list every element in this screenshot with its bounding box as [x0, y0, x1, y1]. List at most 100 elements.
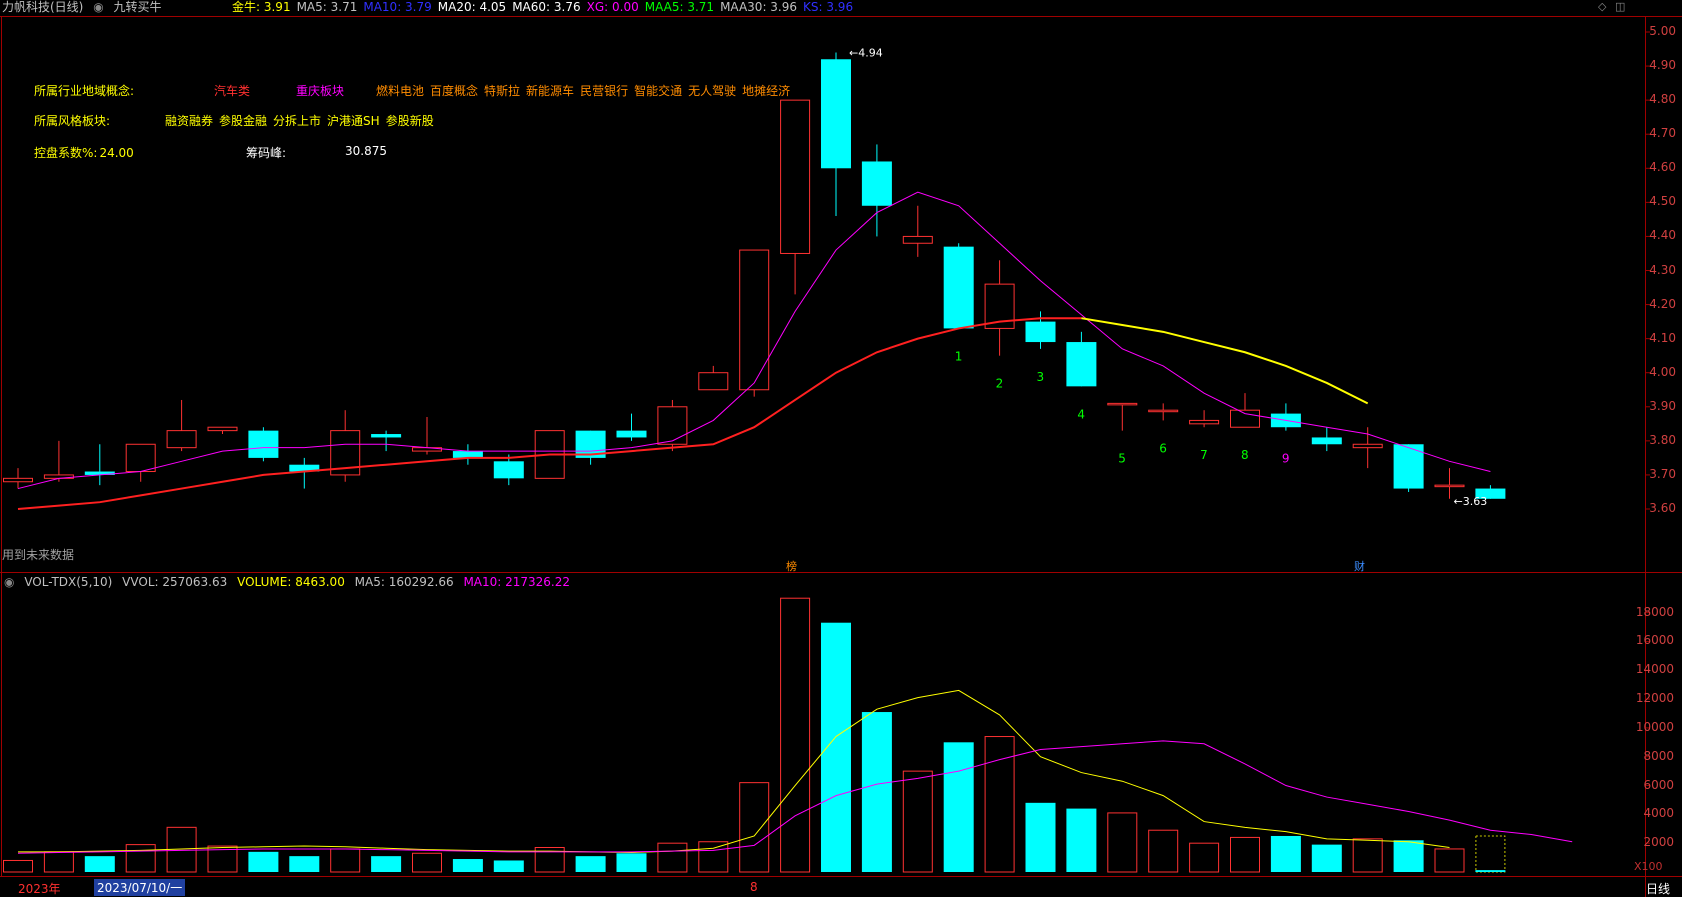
style-tag[interactable]: 参股金融 [219, 114, 267, 128]
concept-tag[interactable]: 地摊经济 [742, 84, 790, 98]
industry-label: 所属行业地域概念: [34, 84, 135, 98]
price-tick-label: 3.90 [1649, 398, 1676, 413]
volume-bar [616, 853, 647, 872]
finance-marker[interactable]: 财 [1354, 558, 1365, 574]
indicator-3: MA20: 4.05 [437, 0, 507, 14]
volume-bar [330, 848, 361, 873]
concept-tag[interactable]: 燃料电池 [376, 84, 424, 98]
nine-count-label: 5 [1118, 452, 1126, 466]
volume-bar [3, 859, 33, 873]
style-tag[interactable]: 沪港通SH [327, 114, 380, 128]
settings-icon[interactable]: ◉ [93, 0, 103, 14]
candle-body [1230, 409, 1260, 428]
industry-row: 所属行业地域概念: 汽车类 重庆板块 燃料电池 百度概念 特斯拉 新能源车 民营银行 智能… [34, 82, 790, 99]
high-marker: ←4.94 [849, 46, 883, 59]
nine-count-label: 3 [1037, 370, 1045, 384]
candle-body [739, 249, 770, 391]
volume-bar [780, 597, 811, 873]
volume-bar-ghost [1475, 835, 1506, 873]
volume-tick-label: 16000 [1635, 633, 1674, 648]
style-list: 融资融券 参股金融 分拆上市 沪港通SH 参股新股 [165, 112, 440, 129]
concept-tag[interactable]: 智能交通 [634, 84, 682, 98]
control-label: 控盘系数%: [34, 146, 98, 160]
volume-bar [1107, 812, 1138, 873]
volume-bar [575, 856, 606, 872]
candle-body [902, 235, 933, 244]
concept-list: 燃料电池 百度概念 特斯拉 新能源车 民营银行 智能交通 无人驾驶 地摊经济 [376, 82, 796, 99]
volume-ma5: MA5: 160292.66 [354, 575, 454, 589]
nine-count-label: 4 [1077, 407, 1085, 421]
volume-bar [902, 770, 933, 873]
candle-body [1189, 419, 1220, 425]
price-tick-label: 4.60 [1649, 160, 1676, 175]
year-label: 2023年 [18, 882, 61, 896]
dragon-list-marker[interactable]: 榜 [786, 558, 797, 574]
volume-bar [1066, 808, 1097, 872]
price-tick-label: 4.90 [1649, 58, 1676, 73]
indicator-row: 金牛: 3.91 MA5: 3.71 MA10: 3.79 MA20: 4.05 MA6… [232, 0, 859, 14]
price-tick-label: 4.80 [1649, 92, 1676, 107]
volume-ma10: MA10: 217326.22 [463, 575, 571, 589]
stock-title[interactable]: 力帆科技(日线) [2, 0, 83, 14]
candle-body [1352, 443, 1383, 449]
volume-settings-icon[interactable]: ◉ [4, 575, 14, 589]
candle-body [166, 430, 197, 449]
strategy-label[interactable]: 九转买牛 [114, 0, 162, 14]
volume-indicator-name[interactable]: VOL-TDX(5,10) [24, 575, 112, 589]
concept-tag[interactable]: 民营银行 [580, 84, 628, 98]
price-tick-label: 4.10 [1649, 330, 1676, 345]
industry-main[interactable]: 汽车类 [214, 82, 250, 99]
volume-bar [371, 856, 402, 872]
candle-body [1311, 437, 1342, 445]
volume-tick-label: 4000 [1643, 806, 1674, 821]
indicator-5: XG: 0.00 [586, 0, 639, 14]
volume-header: ◉ VOL-TDX(5,10) VVOL: 257063.63 VOLUME: … [4, 575, 576, 589]
volume-bar [821, 622, 851, 872]
panel-toggle-icon[interactable]: ◫ [1615, 0, 1625, 13]
price-tick-label: 4.30 [1649, 262, 1676, 277]
volume-bar [248, 851, 279, 872]
nine-count-label: 2 [996, 377, 1004, 391]
volume-bar [84, 856, 115, 872]
concept-tag[interactable]: 新能源车 [526, 84, 574, 98]
date-cursor-label[interactable]: 2023/07/10/一 [94, 879, 186, 896]
candle-body [698, 372, 729, 391]
concept-tag[interactable]: 特斯拉 [484, 84, 520, 98]
volume-bar [43, 851, 74, 873]
nine-count-label: 1 [955, 349, 963, 363]
candle-body [3, 477, 33, 483]
volume-bar [1025, 802, 1056, 872]
indicator-7: MAA30: 3.96 [720, 0, 798, 14]
volume-bar [698, 841, 729, 873]
region-label[interactable]: 重庆板块 [296, 82, 344, 99]
volume-bar [739, 782, 770, 873]
concept-tag[interactable]: 无人驾驶 [688, 84, 736, 98]
volume-tick-label: 18000 [1635, 604, 1674, 619]
candle-body [780, 99, 811, 254]
volume-tick-label: 2000 [1643, 835, 1674, 850]
style-tag[interactable]: 分拆上市 [273, 114, 321, 128]
volume-bar [452, 859, 483, 872]
volume-bar [125, 844, 156, 873]
candle-body [821, 59, 851, 169]
candle-body [493, 461, 524, 479]
volume-bar [1393, 840, 1424, 872]
diamond-icon[interactable]: ◇ [1598, 0, 1606, 13]
candle-body [1434, 484, 1465, 488]
candle-body [657, 406, 688, 445]
price-tick-label: 3.60 [1649, 501, 1676, 515]
candle-body [1107, 402, 1138, 406]
concept-tag[interactable]: 百度概念 [430, 84, 478, 98]
candle-body [452, 451, 483, 458]
volume-tick-label: 14000 [1635, 662, 1674, 677]
price-tick-label: 4.00 [1649, 364, 1676, 379]
indicator-0: 金牛: 3.91 [232, 0, 291, 14]
style-tag[interactable]: 融资融券 [165, 114, 213, 128]
style-tag[interactable]: 参股新股 [386, 114, 434, 128]
chart-canvas[interactable]: 1 2 3 4 5 6 7 8 9 ←4.94 ←3.63 [0, 0, 1682, 897]
volume-bar [1352, 838, 1383, 873]
candle-body [1148, 409, 1179, 413]
future-data-label: 用到未来数据 [2, 548, 75, 562]
indicator-8: KS: 3.96 [803, 0, 854, 14]
period-label[interactable]: 日线 [1646, 880, 1670, 897]
